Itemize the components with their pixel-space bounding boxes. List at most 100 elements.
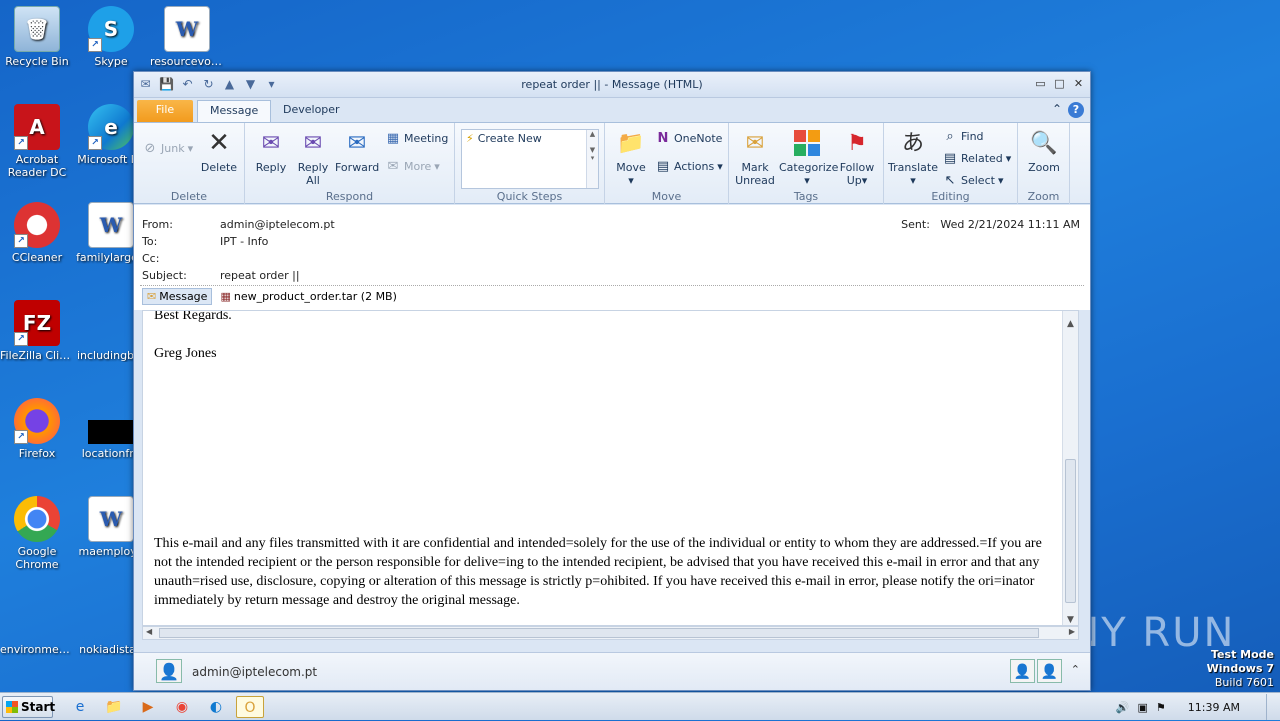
group-label: Respond bbox=[325, 190, 374, 203]
meeting-button[interactable]: ▦ Meeting bbox=[385, 129, 449, 149]
from-row: From: admin@iptelecom.pt bbox=[142, 218, 335, 231]
collapse-ribbon-icon[interactable]: ⌃ bbox=[1052, 102, 1062, 118]
magnifier-icon: 🔍 bbox=[1030, 130, 1058, 156]
close-icon[interactable]: ✕ bbox=[1071, 77, 1086, 91]
subject-row: Subject: repeat order || bbox=[142, 269, 300, 282]
blank-file-icon bbox=[88, 300, 134, 346]
group-label: Delete bbox=[170, 190, 208, 203]
regards-line: Best Regards. bbox=[154, 310, 232, 323]
desktop-icon-resourcevol[interactable]: W resourcevol... bbox=[150, 6, 224, 68]
filezilla-icon: FZ ↗ bbox=[14, 300, 60, 346]
people-pane-address[interactable]: admin@iptelecom.pt bbox=[192, 665, 317, 679]
translate-button[interactable]: あ Translate ▾ bbox=[888, 127, 938, 187]
ribbon: ⊘ Junk ▾ ✕ Delete Delete ✉ Reply ✉ Reply All ✉… bbox=[134, 122, 1090, 204]
categorize-button[interactable]: Categorize ▾ bbox=[779, 127, 838, 187]
desktop-icon-ccleaner[interactable]: ↗ CCleaner bbox=[0, 202, 74, 264]
desktop-icon-recycle-bin[interactable]: 🗑 Recycle Bin bbox=[0, 6, 74, 68]
minimize-icon[interactable]: ▭ bbox=[1033, 77, 1048, 91]
group-label: Quick Steps bbox=[496, 190, 563, 203]
contact-avatar[interactable]: 👤 bbox=[1010, 659, 1035, 683]
desktop-icon-acrobat[interactable]: A ↗ Acrobat Reader DC bbox=[0, 104, 74, 179]
scroll-down-arrow[interactable]: ▼ bbox=[1063, 615, 1078, 625]
tab-file[interactable]: File bbox=[137, 100, 193, 122]
desktop-icon-environment[interactable]: environmen... bbox=[0, 594, 74, 656]
reply-all-button[interactable]: ✉ Reply All bbox=[291, 127, 335, 187]
junk-button[interactable]: ⊘ Junk ▾ bbox=[142, 139, 194, 159]
message-body[interactable]: Best Regards. Greg Jones This e-mail and… bbox=[142, 310, 1079, 626]
desktop-icon-filezilla[interactable]: FZ ↗ FileZilla Client bbox=[0, 300, 74, 362]
outlook-message-window: ✉ 💾 ↶ ↻ ▲ ▼ ▾ repeat order || - Message … bbox=[133, 71, 1091, 691]
tab-developer[interactable]: Developer bbox=[271, 100, 352, 122]
categorize-icon bbox=[791, 127, 823, 159]
to-label: To: bbox=[142, 235, 158, 248]
attachment-item[interactable]: ▦ new_product_order.tar (2 MB) bbox=[220, 290, 396, 303]
quick-steps-gallery: ⚡ Create New ▲ ▼ ▾ bbox=[461, 129, 599, 189]
horizontal-scrollbar[interactable]: ◀ ▶ bbox=[142, 626, 1079, 640]
desktop-icon-chrome[interactable]: Google Chrome bbox=[0, 496, 74, 571]
outlook-taskbar-icon[interactable]: O bbox=[236, 696, 264, 718]
onenote-icon: N bbox=[657, 131, 669, 146]
contact-avatar[interactable]: 👤 bbox=[156, 659, 182, 683]
start-button[interactable]: Start bbox=[2, 696, 56, 718]
more-respond-button[interactable]: ✉ More ▾ bbox=[385, 157, 440, 177]
tab-message[interactable]: Message bbox=[197, 100, 272, 122]
select-button[interactable]: ↖ Select ▾ bbox=[942, 171, 1004, 191]
speaker-icon[interactable]: 🔊 bbox=[1116, 701, 1130, 714]
find-button[interactable]: ⌕ Find bbox=[942, 127, 983, 147]
show-desktop-button[interactable] bbox=[1266, 694, 1276, 720]
action-center-flag-icon[interactable]: ⚑ bbox=[1156, 701, 1166, 714]
reply-icon: ✉ bbox=[261, 130, 281, 156]
zoom-button[interactable]: 🔍 Zoom bbox=[1022, 127, 1066, 174]
quick-step-create-new[interactable]: ⚡ Create New bbox=[462, 130, 598, 147]
desktop-icon-firefox[interactable]: ↗ Firefox bbox=[0, 398, 74, 460]
from-value[interactable]: admin@iptelecom.pt bbox=[220, 218, 335, 231]
attachment-bar: ✉ Message ▦ new_product_order.tar (2 MB) bbox=[142, 288, 397, 305]
onenote-button[interactable]: N OneNote bbox=[655, 129, 723, 149]
header-divider bbox=[140, 285, 1084, 286]
forward-button[interactable]: ✉ Forward bbox=[335, 127, 379, 174]
follow-up-button[interactable]: ⚑ Follow Up▾ bbox=[835, 127, 879, 187]
media-player-icon[interactable]: ▶ bbox=[136, 696, 160, 718]
people-pane: 👤 admin@iptelecom.pt 👤 👤 ⌃ bbox=[134, 652, 1090, 690]
help-icon[interactable]: ? bbox=[1068, 102, 1084, 118]
message-body-tab[interactable]: ✉ Message bbox=[142, 288, 213, 305]
desktop-icon-label: Recycle Bin bbox=[5, 55, 69, 68]
vertical-scrollbar[interactable]: ▲ ▼ bbox=[1062, 311, 1078, 625]
word-document-icon: W bbox=[88, 496, 134, 542]
internet-explorer-icon[interactable]: e bbox=[68, 696, 92, 718]
vertical-scroll-thumb[interactable] bbox=[1065, 459, 1076, 603]
mark-unread-button[interactable]: ✉ Mark Unread bbox=[733, 127, 777, 187]
to-value[interactable]: IPT - Info bbox=[220, 235, 268, 248]
disclaimer-text: This e-mail and any files transmitted wi… bbox=[154, 536, 1042, 608]
chrome-taskbar-icon[interactable]: ◉ bbox=[170, 696, 194, 718]
subject-value: repeat order || bbox=[220, 269, 300, 282]
onenote-label: OneNote bbox=[674, 132, 723, 145]
reply-all-label: Reply bbox=[297, 161, 329, 174]
desktop-icon-skype[interactable]: S ↗ Skype bbox=[74, 6, 148, 68]
move-button[interactable]: 📁 Move ▾ bbox=[609, 127, 653, 187]
network-icon[interactable]: ▣ bbox=[1138, 701, 1148, 714]
clock[interactable]: 11:39 AM bbox=[1188, 701, 1240, 714]
maximize-icon[interactable]: □ bbox=[1052, 77, 1067, 91]
firefox-icon: ↗ bbox=[14, 398, 60, 444]
edge-taskbar-icon[interactable]: ◐ bbox=[204, 696, 228, 718]
delete-button[interactable]: ✕ Delete bbox=[197, 127, 241, 175]
people-pane-avatars: 👤 👤 bbox=[1010, 659, 1062, 683]
desktop-icon-label: Firefox bbox=[18, 447, 56, 460]
envelope-icon: ✉ bbox=[147, 290, 157, 303]
related-button[interactable]: ▤ Related ▾ bbox=[942, 149, 1011, 169]
contact-avatar[interactable]: 👤 bbox=[1037, 659, 1062, 683]
actions-button[interactable]: ▤ Actions ▾ bbox=[655, 157, 723, 177]
message-header: From: admin@iptelecom.pt To: IPT - Info Cc… bbox=[134, 205, 1090, 310]
reply-button[interactable]: ✉ Reply bbox=[249, 127, 293, 174]
edge-icon: e ↗ bbox=[88, 104, 134, 150]
start-label: Start bbox=[21, 700, 56, 714]
scroll-right-arrow[interactable]: ▶ bbox=[1069, 627, 1075, 636]
scroll-left-arrow[interactable]: ◀ bbox=[146, 627, 152, 636]
explorer-folder-icon[interactable]: 📁 bbox=[102, 696, 126, 718]
quick-steps-scrollbar[interactable]: ▲ ▼ ▾ bbox=[586, 130, 598, 188]
scroll-up-arrow[interactable]: ▲ bbox=[1063, 319, 1078, 329]
expand-people-pane-icon[interactable]: ⌃ bbox=[1071, 663, 1080, 676]
zoom-group: 🔍 Zoom Zoom bbox=[1018, 123, 1070, 204]
horizontal-scroll-thumb[interactable] bbox=[159, 628, 1039, 638]
